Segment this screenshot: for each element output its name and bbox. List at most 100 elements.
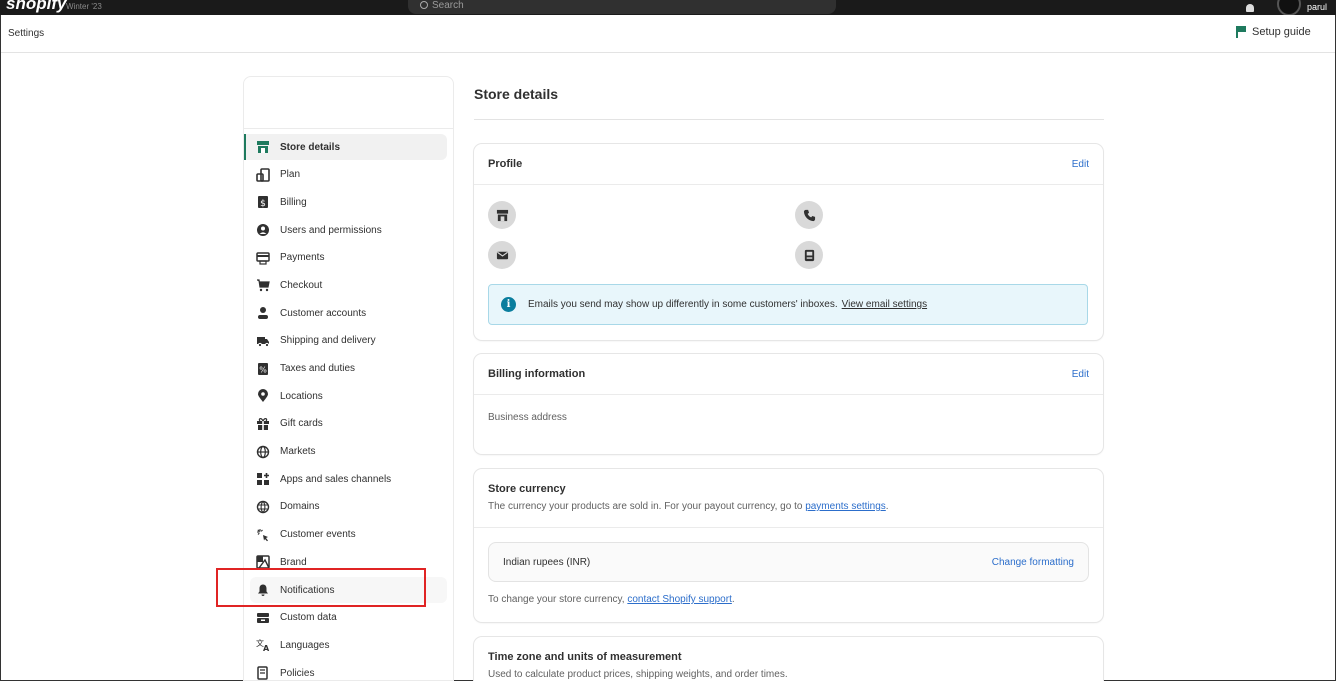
- shopify-logo[interactable]: shopify: [6, 0, 66, 14]
- currency-desc: The currency your products are sold in. …: [488, 501, 803, 512]
- billing-edit-link[interactable]: Edit: [1072, 369, 1089, 380]
- sidebar-store-header: [244, 77, 453, 129]
- sidebar-item-locations[interactable]: Locations: [250, 383, 447, 409]
- sidebar-item-label: Plan: [280, 169, 301, 181]
- timezone-desc: Used to calculate product prices, shippi…: [488, 669, 788, 680]
- sidebar-item-payments[interactable]: Payments: [250, 245, 447, 271]
- timezone-title: Time zone and units of measurement: [488, 651, 682, 663]
- main-content: Store details: [474, 76, 1104, 120]
- sidebar-item-label: Domains: [280, 501, 320, 513]
- store-currency-title: Store currency: [488, 483, 566, 495]
- sidebar-item-checkout[interactable]: Checkout: [250, 272, 447, 298]
- sidebar-item-customer-events[interactable]: Customer events: [250, 522, 447, 548]
- svg-text:%: %: [259, 365, 267, 374]
- info-icon: i: [501, 297, 516, 312]
- billing-title: Billing information: [488, 368, 586, 380]
- sidebar-item-label: Policies: [280, 667, 315, 679]
- profile-title: Profile: [488, 158, 523, 170]
- svg-text:A: A: [263, 644, 270, 652]
- svg-text:$: $: [260, 199, 266, 209]
- settings-header: Settings Setup guide: [0, 15, 1336, 53]
- sidebar-item-customer-accounts[interactable]: Customer accounts: [250, 300, 447, 326]
- page-header-title: Settings: [8, 28, 45, 39]
- sidebar-item-users-and-permissions[interactable]: Users and permissions: [250, 217, 447, 243]
- sidebar-item-label: Billing: [280, 196, 307, 208]
- highlight-box: [216, 568, 426, 607]
- sidebar-item-store-details[interactable]: Store details: [244, 134, 447, 160]
- profile-edit-link[interactable]: Edit: [1072, 159, 1089, 170]
- apps-icon: [256, 472, 270, 486]
- sidebar-item-label: Store details: [280, 141, 341, 153]
- contact-support-link[interactable]: contact Shopify support: [627, 594, 732, 605]
- sidebar-item-markets[interactable]: Markets: [250, 439, 447, 465]
- user-name[interactable]: parul: [1307, 2, 1327, 12]
- currency-row: Indian rupees (INR) Change formatting: [488, 542, 1089, 582]
- sidebar-item-label: Locations: [280, 390, 323, 402]
- payments-settings-link[interactable]: payments settings: [805, 501, 886, 512]
- person-icon: [256, 306, 270, 320]
- setup-guide-label: Setup guide: [1252, 26, 1311, 38]
- sidebar-item-label: Taxes and duties: [280, 363, 356, 374]
- sidebar-item-languages[interactable]: 文A Languages: [250, 632, 447, 658]
- sidebar-item-shipping-and-delivery[interactable]: Shipping and delivery: [250, 328, 447, 354]
- gift-icon: [256, 417, 270, 431]
- cursor-sparkle-icon: [256, 528, 270, 542]
- profile-fields: [474, 185, 1103, 281]
- change-formatting-link[interactable]: Change formatting: [992, 557, 1074, 568]
- sidebar-item-apps-and-sales-channels[interactable]: Apps and sales channels: [250, 466, 447, 492]
- sidebar-item-label: Markets: [280, 446, 316, 458]
- search-placeholder: Search: [432, 0, 464, 11]
- cart-icon: [256, 278, 270, 292]
- location-pin-icon: [256, 389, 270, 403]
- page-title: Store details: [474, 76, 1104, 120]
- policies-icon: [256, 666, 270, 680]
- sidebar-item-custom-data[interactable]: Custom data: [250, 605, 447, 631]
- currency-footer: To change your store currency,: [488, 594, 625, 605]
- search-icon: [420, 1, 428, 9]
- sidebar-item-plan[interactable]: Plan: [250, 162, 447, 188]
- timezone-card: Time zone and units of measurement Used …: [474, 637, 1103, 681]
- store-icon: [488, 201, 516, 229]
- sidebar-item-domains[interactable]: Domains: [250, 494, 447, 520]
- currency-desc-suffix: .: [885, 501, 889, 512]
- sidebar-item-label: Checkout: [280, 279, 323, 291]
- search-bar[interactable]: Search: [408, 0, 836, 14]
- email-info-banner: i Emails you send may show up differentl…: [488, 284, 1088, 325]
- plan-icon: [256, 167, 270, 182]
- store-name: Winter '23: [66, 2, 102, 11]
- sidebar-item-label: Brand: [280, 556, 307, 568]
- sidebar-item-label: Customer events: [280, 529, 356, 541]
- sidebar-item-taxes-and-duties[interactable]: % Taxes and duties: [250, 356, 447, 382]
- sidebar-item-label: Custom data: [280, 612, 337, 624]
- banner-text: Emails you send may show up differently …: [528, 299, 838, 310]
- sidebar-item-label: Payments: [280, 252, 325, 264]
- top-bar: shopify Winter '23 Search parul: [0, 0, 1336, 15]
- custom-data-icon: [256, 611, 270, 625]
- setup-guide-button[interactable]: Setup guide: [1236, 26, 1311, 38]
- currency-name: Indian rupees (INR): [503, 556, 591, 568]
- phone-icon: [795, 201, 823, 229]
- store-currency-card: Store currency The currency your product…: [474, 469, 1103, 622]
- payments-icon: [256, 251, 270, 265]
- user-circle-icon: [256, 223, 270, 237]
- currency-footer-suffix: .: [731, 594, 735, 605]
- flag-icon: [1236, 26, 1246, 38]
- tax-icon: %: [256, 362, 270, 376]
- profile-card: Profile Edit i Emails you send may show …: [474, 144, 1103, 340]
- sidebar-item-billing[interactable]: $ Billing: [250, 189, 447, 215]
- sidebar-item-label: Customer accounts: [280, 307, 367, 319]
- sidebar-item-label: Languages: [280, 639, 330, 651]
- sidebar-item-label: Gift cards: [280, 418, 323, 430]
- avatar[interactable]: [1277, 0, 1301, 15]
- notification-bell-icon[interactable]: [1246, 4, 1254, 12]
- store-icon: [256, 140, 270, 154]
- view-email-settings-link[interactable]: View email settings: [842, 299, 927, 310]
- sidebar-item-policies[interactable]: Policies: [250, 660, 447, 681]
- sidebar-item-label: Users and permissions: [280, 224, 382, 236]
- globe-icon: [256, 445, 270, 459]
- email-icon: [488, 241, 516, 269]
- translate-icon: 文A: [256, 638, 270, 652]
- sidebar-item-gift-cards[interactable]: Gift cards: [250, 411, 447, 437]
- sidebar-item-label: Apps and sales channels: [280, 473, 392, 485]
- domains-globe-icon: [256, 500, 270, 514]
